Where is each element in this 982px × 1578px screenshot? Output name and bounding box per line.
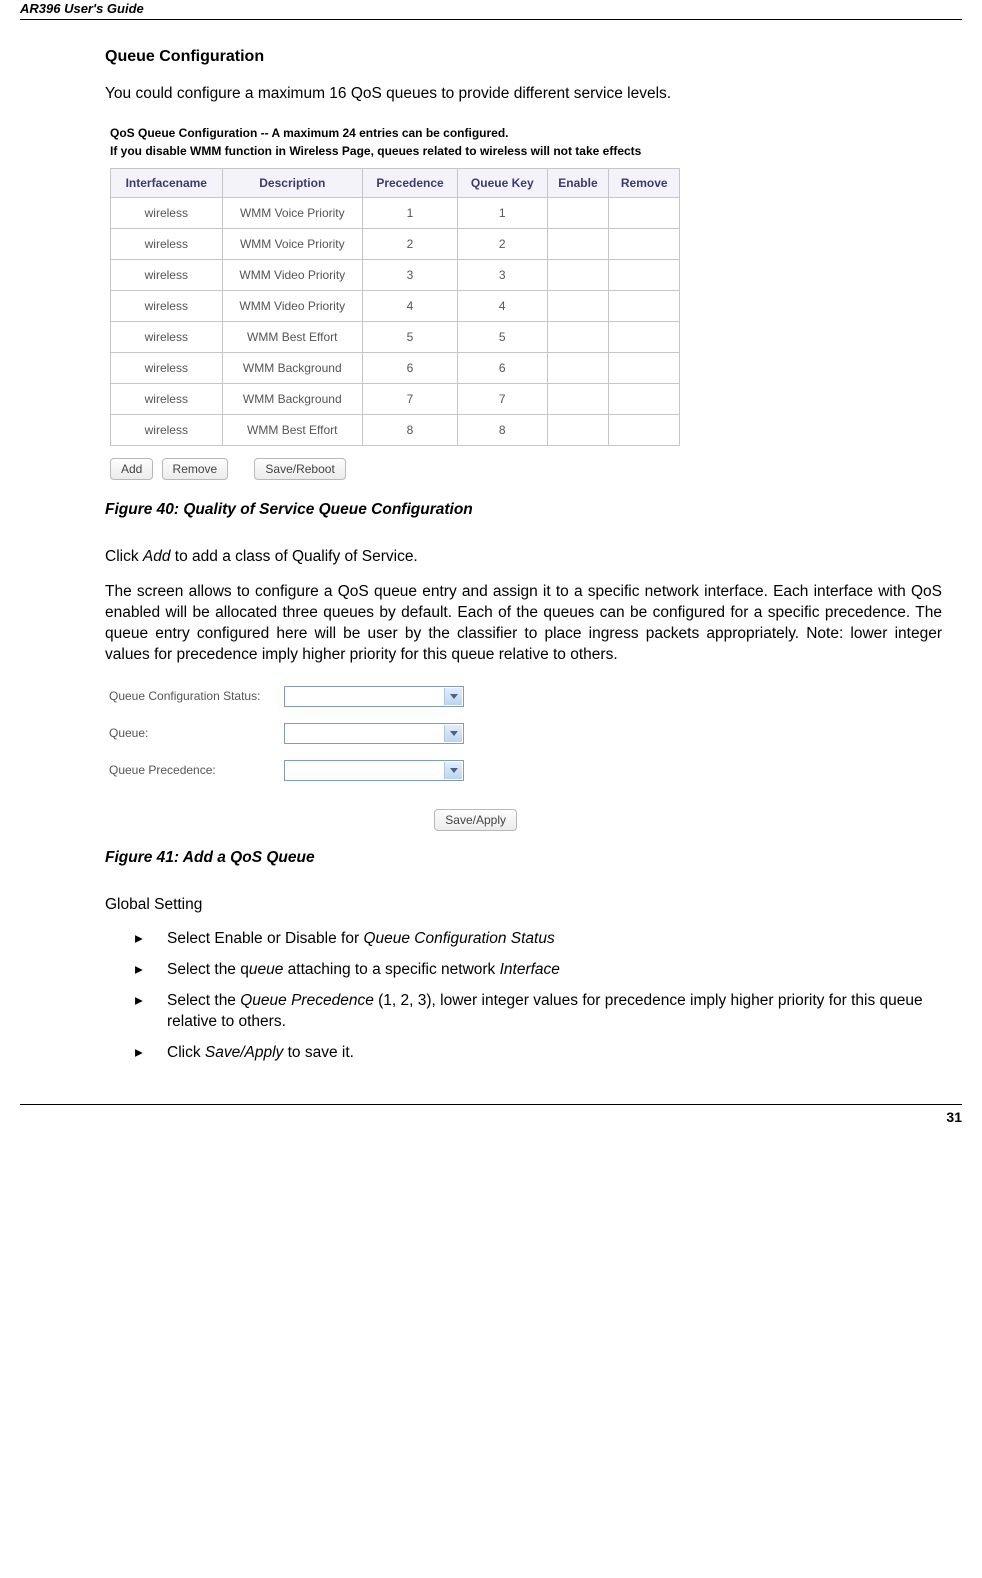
col-precedence: Precedence <box>363 168 458 197</box>
section-title-queue-config: Queue Configuration <box>105 48 942 66</box>
list-item: Select the Queue Precedence (1, 2, 3), l… <box>135 991 942 1033</box>
cell-enable <box>547 383 609 414</box>
cell-enable <box>547 197 609 228</box>
table-row: wirelessWMM Video Priority44 <box>111 290 680 321</box>
global-setting-list: Select Enable or Disable for Queue Confi… <box>105 929 942 1064</box>
cell-enable <box>547 352 609 383</box>
figure-40-caption: Figure 40: Quality of Service Queue Conf… <box>105 501 942 519</box>
remove-button[interactable]: Remove <box>162 458 229 480</box>
fig-heading-line1: QoS Queue Configuration -- A maximum 24 … <box>110 126 509 140</box>
figure-add-qos-queue: Queue Configuration Status: Queue: Queue… <box>105 680 585 837</box>
save-apply-button[interactable]: Save/Apply <box>434 809 517 831</box>
cell-precedence: 6 <box>363 352 458 383</box>
cell-queuekey: 7 <box>458 383 547 414</box>
cell-remove <box>609 228 680 259</box>
cell-precedence: 2 <box>363 228 458 259</box>
cell-remove <box>609 259 680 290</box>
button-row: Add Remove Save/Reboot <box>110 458 830 480</box>
cell-precedence: 5 <box>363 321 458 352</box>
table-row: wirelessWMM Voice Priority11 <box>111 197 680 228</box>
figure-41-caption: Figure 41: Add a QoS Queue <box>105 849 942 867</box>
cell-interface: wireless <box>111 228 223 259</box>
cell-precedence: 8 <box>363 414 458 445</box>
click-add-text: Click Add to add a class of Qualify of S… <box>105 547 942 568</box>
cell-interface: wireless <box>111 290 223 321</box>
cell-enable <box>547 259 609 290</box>
cell-interface: wireless <box>111 321 223 352</box>
intro-text: You could configure a maximum 16 QoS que… <box>105 84 942 105</box>
cell-enable <box>547 290 609 321</box>
page-number: 31 <box>20 1104 962 1125</box>
cell-remove <box>609 383 680 414</box>
cell-remove <box>609 352 680 383</box>
cell-queuekey: 4 <box>458 290 547 321</box>
cell-enable <box>547 414 609 445</box>
cell-queuekey: 2 <box>458 228 547 259</box>
table-row: wirelessWMM Voice Priority22 <box>111 228 680 259</box>
table-row: wirelessWMM Best Effort55 <box>111 321 680 352</box>
select-queue-precedence[interactable] <box>284 760 464 781</box>
cell-precedence: 7 <box>363 383 458 414</box>
cell-description: WMM Voice Priority <box>222 228 362 259</box>
col-queuekey: Queue Key <box>458 168 547 197</box>
cell-interface: wireless <box>111 414 223 445</box>
figure-heading: QoS Queue Configuration -- A maximum 24 … <box>110 124 830 160</box>
table-row: wirelessWMM Background66 <box>111 352 680 383</box>
cell-queuekey: 5 <box>458 321 547 352</box>
cell-description: WMM Background <box>222 383 362 414</box>
cell-description: WMM Voice Priority <box>222 197 362 228</box>
cell-description: WMM Best Effort <box>222 414 362 445</box>
cell-precedence: 4 <box>363 290 458 321</box>
select-queue-config-status[interactable] <box>284 686 464 707</box>
list-item: Select Enable or Disable for Queue Confi… <box>135 929 942 950</box>
table-row: wirelessWMM Background77 <box>111 383 680 414</box>
col-description: Description <box>222 168 362 197</box>
cell-description: WMM Video Priority <box>222 259 362 290</box>
cell-interface: wireless <box>111 352 223 383</box>
col-interfacename: Interfacename <box>111 168 223 197</box>
figure-qos-queue-config: QoS Queue Configuration -- A maximum 24 … <box>105 119 835 491</box>
qos-table: Interfacename Description Precedence Que… <box>110 168 680 446</box>
label-queue-config-status: Queue Configuration Status: <box>109 689 284 703</box>
cell-remove <box>609 197 680 228</box>
add-button[interactable]: Add <box>110 458 153 480</box>
cell-enable <box>547 321 609 352</box>
cell-queuekey: 6 <box>458 352 547 383</box>
cell-queuekey: 3 <box>458 259 547 290</box>
select-queue[interactable] <box>284 723 464 744</box>
col-remove: Remove <box>609 168 680 197</box>
cell-precedence: 3 <box>363 259 458 290</box>
table-row: wirelessWMM Video Priority33 <box>111 259 680 290</box>
table-row: wirelessWMM Best Effort88 <box>111 414 680 445</box>
cell-remove <box>609 321 680 352</box>
guide-title: AR396 User's Guide <box>20 1 144 16</box>
cell-precedence: 1 <box>363 197 458 228</box>
cell-interface: wireless <box>111 259 223 290</box>
cell-description: WMM Background <box>222 352 362 383</box>
cell-queuekey: 8 <box>458 414 547 445</box>
label-queue-precedence: Queue Precedence: <box>109 763 284 777</box>
col-enable: Enable <box>547 168 609 197</box>
fig-heading-line2: If you disable WMM function in Wireless … <box>110 144 641 158</box>
list-item: Select the queue attaching to a specific… <box>135 960 942 981</box>
cell-interface: wireless <box>111 197 223 228</box>
cell-remove <box>609 290 680 321</box>
global-setting-heading: Global Setting <box>105 895 942 916</box>
page-header: AR396 User's Guide <box>20 0 962 20</box>
cell-description: WMM Video Priority <box>222 290 362 321</box>
page-content: Queue Configuration You could configure … <box>20 48 962 1064</box>
queue-desc-text: The screen allows to configure a QoS que… <box>105 582 942 666</box>
cell-description: WMM Best Effort <box>222 321 362 352</box>
cell-interface: wireless <box>111 383 223 414</box>
label-queue: Queue: <box>109 726 284 740</box>
save-reboot-button[interactable]: Save/Reboot <box>254 458 345 480</box>
list-item: Click Save/Apply to save it. <box>135 1043 942 1064</box>
cell-queuekey: 1 <box>458 197 547 228</box>
cell-remove <box>609 414 680 445</box>
cell-enable <box>547 228 609 259</box>
